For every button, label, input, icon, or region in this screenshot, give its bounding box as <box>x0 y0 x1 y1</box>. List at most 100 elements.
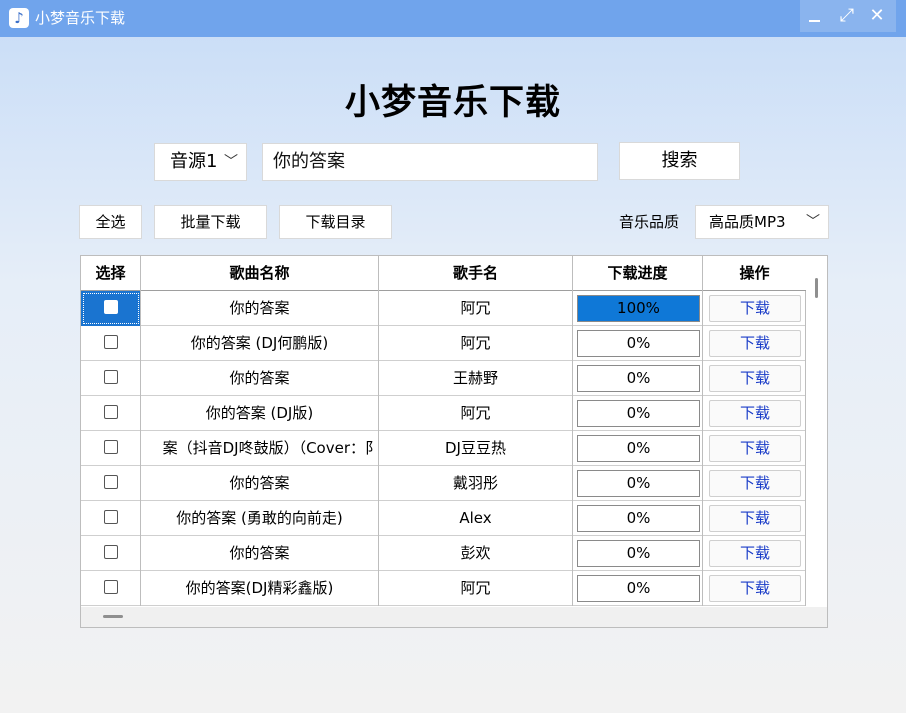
song-name-cell: 案（抖音DJ咚鼓版）（Cover：阝 <box>141 431 379 466</box>
column-header-action[interactable]: 操作 <box>703 256 806 291</box>
artist-cell: 阿冗 <box>379 571 573 606</box>
song-name-cell: 你的答案 (DJ何鹏版) <box>141 326 379 361</box>
row-checkbox[interactable] <box>103 334 118 349</box>
row-select-cell[interactable] <box>81 396 141 431</box>
table-body: 你的答案 阿冗 100% 下载 你的答案 (DJ何鹏版) 阿冗 0% 下载 你的答案 王赫野 0% 下… <box>81 291 806 606</box>
row-select-cell[interactable] <box>81 326 141 361</box>
artist-cell: 阿冗 <box>379 326 573 361</box>
download-button[interactable]: 下载 <box>709 365 801 392</box>
action-cell: 下载 <box>703 291 806 326</box>
progress-text: 0% <box>626 334 651 352</box>
table-row[interactable]: 你的答案 戴羽彤 0% 下载 <box>81 466 806 501</box>
row-select-cell[interactable] <box>81 536 141 571</box>
song-name-cell: 你的答案 <box>141 536 379 571</box>
artist-cell: 阿冗 <box>379 396 573 431</box>
row-checkbox[interactable] <box>103 439 118 454</box>
table-row[interactable]: 你的答案 (DJ版) 阿冗 0% 下载 <box>81 396 806 431</box>
action-cell: 下载 <box>703 501 806 536</box>
action-cell: 下载 <box>703 536 806 571</box>
table-row[interactable]: 你的答案 彭欢 0% 下载 <box>81 536 806 571</box>
source-select-value: 音源1 <box>170 151 218 172</box>
table-row[interactable]: 案（抖音DJ咚鼓版）（Cover：阝 DJ豆豆热 0% 下载 <box>81 431 806 466</box>
download-button[interactable]: 下载 <box>709 540 801 567</box>
scrollbar-thumb[interactable] <box>815 278 818 298</box>
action-cell: 下载 <box>703 326 806 361</box>
scrollbar-corner <box>808 607 827 627</box>
download-button[interactable]: 下载 <box>709 330 801 357</box>
column-header-artist[interactable]: 歌手名 <box>379 256 573 291</box>
song-name: 你的答案 (DJ何鹏版) <box>190 334 329 352</box>
search-input[interactable]: 你的答案 <box>262 143 598 181</box>
song-name: 你的答案 <box>229 544 290 562</box>
row-checkbox[interactable] <box>103 299 118 314</box>
progress-cell: 100% <box>573 291 703 326</box>
download-directory-button[interactable]: 下载目录 <box>279 205 392 239</box>
row-select-cell[interactable] <box>81 571 141 606</box>
row-select-cell[interactable] <box>81 291 141 326</box>
row-select-cell[interactable] <box>81 431 141 466</box>
minimize-icon[interactable] <box>802 2 828 30</box>
song-name-cell: 你的答案 <box>141 466 379 501</box>
quality-select-value: 高品质MP3 <box>709 213 786 231</box>
music-note-icon: ♪ <box>9 8 29 28</box>
progress-cell: 0% <box>573 571 703 606</box>
song-name: 你的答案 (DJ版) <box>205 404 314 422</box>
table-row[interactable]: 你的答案 (DJ何鹏版) 阿冗 0% 下载 <box>81 326 806 361</box>
column-header-select[interactable]: 选择 <box>81 256 141 291</box>
table-row[interactable]: 你的答案 (勇敢的向前走) Alex 0% 下载 <box>81 501 806 536</box>
select-all-button[interactable]: 全选 <box>79 205 142 239</box>
download-button[interactable]: 下载 <box>709 295 801 322</box>
close-icon[interactable]: ✕ <box>864 2 890 30</box>
table-row[interactable]: 你的答案 阿冗 100% 下载 <box>81 291 806 326</box>
action-cell: 下载 <box>703 466 806 501</box>
song-name-cell: 你的答案 <box>141 291 379 326</box>
chevron-down-icon: ﹀ <box>806 214 820 230</box>
scrollbar-thumb[interactable] <box>103 615 123 618</box>
maximize-icon[interactable]: ⤢ <box>834 2 860 30</box>
progress-text: 0% <box>626 369 651 387</box>
progress-bar: 0% <box>577 575 700 602</box>
download-button[interactable]: 下载 <box>709 400 801 427</box>
column-header-progress[interactable]: 下载进度 <box>573 256 703 291</box>
artist-cell: 阿冗 <box>379 291 573 326</box>
row-select-cell[interactable] <box>81 466 141 501</box>
progress-cell: 0% <box>573 431 703 466</box>
progress-bar: 0% <box>577 470 700 497</box>
row-checkbox[interactable] <box>103 369 118 384</box>
search-button[interactable]: 搜索 <box>619 142 740 180</box>
horizontal-scrollbar[interactable] <box>81 607 808 627</box>
row-checkbox[interactable] <box>103 404 118 419</box>
source-select[interactable]: 音源1 ﹀ <box>154 143 247 181</box>
table-row[interactable]: 你的答案 王赫野 0% 下载 <box>81 361 806 396</box>
row-select-cell[interactable] <box>81 361 141 396</box>
quality-label: 音乐品质 <box>619 213 680 231</box>
progress-cell: 0% <box>573 501 703 536</box>
row-checkbox[interactable] <box>103 544 118 559</box>
download-button[interactable]: 下载 <box>709 575 801 602</box>
row-checkbox[interactable] <box>103 474 118 489</box>
progress-text: 0% <box>626 474 651 492</box>
progress-bar: 0% <box>577 400 700 427</box>
download-button[interactable]: 下载 <box>709 470 801 497</box>
row-checkbox[interactable] <box>103 579 118 594</box>
progress-bar: 0% <box>577 540 700 567</box>
action-cell: 下载 <box>703 396 806 431</box>
song-name: 你的答案(DJ精彩鑫版) <box>185 579 334 597</box>
progress-cell: 0% <box>573 326 703 361</box>
download-button[interactable]: 下载 <box>709 435 801 462</box>
batch-download-button[interactable]: 批量下载 <box>154 205 267 239</box>
table-row[interactable]: 你的答案(DJ精彩鑫版) 阿冗 0% 下载 <box>81 571 806 606</box>
table-header: 选择 歌曲名称 歌手名 下载进度 操作 <box>81 256 806 291</box>
song-name-cell: 你的答案(DJ精彩鑫版) <box>141 571 379 606</box>
vertical-scrollbar[interactable] <box>808 256 827 607</box>
row-checkbox[interactable] <box>103 509 118 524</box>
artist-cell: 戴羽彤 <box>379 466 573 501</box>
progress-text: 0% <box>626 439 651 457</box>
window-title: 小梦音乐下载 <box>35 9 126 27</box>
action-cell: 下载 <box>703 431 806 466</box>
quality-select[interactable]: 高品质MP3 ﹀ <box>695 205 829 239</box>
action-cell: 下载 <box>703 571 806 606</box>
download-button[interactable]: 下载 <box>709 505 801 532</box>
column-header-song-name[interactable]: 歌曲名称 <box>141 256 379 291</box>
row-select-cell[interactable] <box>81 501 141 536</box>
